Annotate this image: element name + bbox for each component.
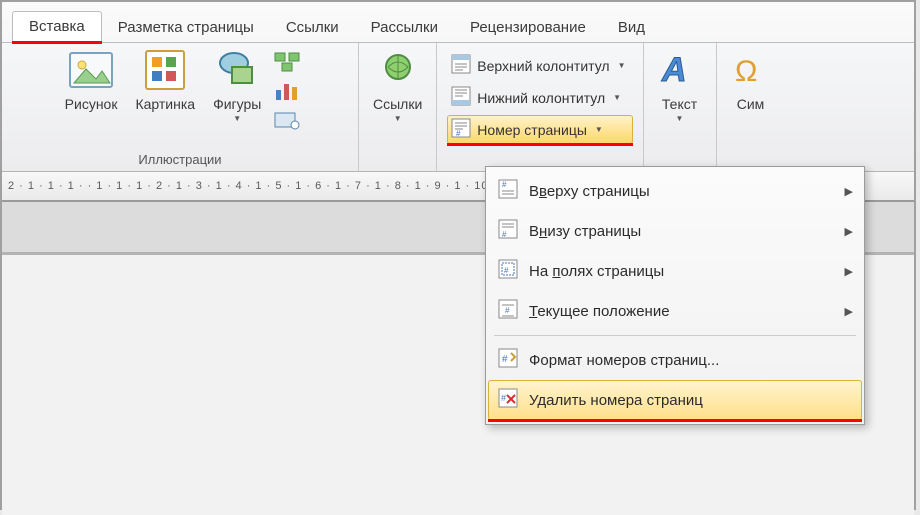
header-label: Верхний колонтитул (477, 58, 609, 74)
tab-view-label: Вид (618, 19, 645, 36)
page-margins-icon: # (497, 258, 519, 284)
omega-icon: Ω (731, 49, 771, 94)
wordart-button[interactable]: A Текст ▼ (652, 47, 708, 125)
footer-button[interactable]: Нижний колонтитул ▼ (447, 83, 632, 112)
svg-text:A: A (661, 51, 687, 89)
page-number-menu: # Вверху страницы ▶ # Внизу страницы ▶ #… (485, 166, 865, 425)
illustrations-small-stack (273, 47, 301, 134)
menu-format-page-numbers[interactable]: # Формат номеров страниц... (488, 340, 862, 380)
group-symbol: Ω Сим (717, 43, 785, 171)
text-label: Текст (662, 96, 697, 112)
tab-mailings-label: Рассылки (371, 19, 438, 36)
svg-text:#: # (502, 230, 507, 239)
menu-top-of-page-label: Вверху страницы (529, 183, 650, 200)
menu-remove-label: Удалить номера страниц (529, 392, 703, 409)
footer-icon (451, 86, 471, 109)
header-button[interactable]: Верхний колонтитул ▼ (447, 51, 632, 80)
shapes-button[interactable]: Фигуры ▼ (207, 47, 267, 125)
menu-page-margins-label: На полях страницы (529, 263, 664, 280)
submenu-arrow-icon: ▶ (845, 265, 853, 278)
group-illustrations: Рисунок Картинка Фигуры ▼ (2, 43, 359, 171)
format-numbers-icon: # (497, 347, 519, 373)
clipart-button[interactable]: Картинка (129, 47, 201, 114)
page-number-label: Номер страницы (477, 122, 587, 138)
picture-label: Рисунок (65, 96, 118, 112)
picture-button[interactable]: Рисунок (59, 47, 124, 114)
ribbon-tabs: Вставка Разметка страницы Ссылки Рассылк… (2, 2, 914, 43)
group-header-footer: Верхний колонтитул ▼ Нижний колонтитул ▼… (437, 43, 643, 171)
tab-references-label: Ссылки (286, 19, 339, 36)
menu-current-position[interactable]: # Текущее положение ▶ (488, 291, 862, 331)
hyperlink-icon (378, 49, 418, 94)
tab-review[interactable]: Рецензирование (454, 13, 602, 42)
chevron-down-icon: ▼ (613, 93, 621, 102)
menu-separator (494, 335, 856, 336)
tab-insert[interactable]: Вставка (12, 11, 102, 42)
tab-layout-label: Разметка страницы (118, 19, 254, 36)
links-button[interactable]: Ссылки ▼ (367, 47, 428, 125)
symbol-button[interactable]: Ω Сим (725, 47, 777, 114)
menu-format-label: Формат номеров страниц... (529, 352, 719, 369)
chart-icon[interactable] (273, 80, 301, 105)
page-number-icon: # (451, 118, 471, 141)
tab-references[interactable]: Ссылки (270, 13, 355, 42)
header-footer-group-label (441, 148, 638, 167)
menu-top-of-page[interactable]: # Вверху страницы ▶ (488, 171, 862, 211)
svg-text:Ω: Ω (735, 55, 757, 88)
group-links: Ссылки ▼ (359, 43, 437, 171)
links-label: Ссылки (373, 96, 422, 112)
svg-text:#: # (505, 306, 510, 315)
submenu-arrow-icon: ▶ (845, 305, 853, 318)
page-bottom-icon: # (497, 218, 519, 244)
shapes-label: Фигуры (213, 96, 261, 112)
svg-text:#: # (502, 354, 508, 365)
illustrations-group-label: Иллюстрации (10, 150, 350, 169)
links-group-label (367, 150, 428, 169)
tab-view[interactable]: Вид (602, 13, 661, 42)
svg-text:#: # (504, 266, 509, 275)
clipart-label: Картинка (135, 96, 195, 112)
svg-text:#: # (456, 129, 461, 138)
chevron-down-icon: ▼ (233, 114, 241, 123)
footer-label: Нижний колонтитул (477, 90, 605, 106)
word-window: Вставка Разметка страницы Ссылки Рассылк… (0, 0, 916, 510)
svg-text:#: # (501, 393, 506, 403)
wordart-icon: A (658, 49, 702, 94)
svg-text:#: # (502, 180, 507, 189)
chevron-down-icon: ▼ (676, 114, 684, 123)
header-icon (451, 54, 471, 77)
shapes-icon (214, 49, 260, 94)
tab-insert-label: Вставка (29, 18, 85, 35)
symbol-label: Сим (737, 96, 765, 112)
menu-current-position-label: Текущее положение (529, 303, 670, 320)
tab-review-label: Рецензирование (470, 19, 586, 36)
screenshot-icon[interactable] (273, 109, 301, 134)
clipart-icon (142, 49, 188, 94)
smartart-icon[interactable] (273, 51, 301, 76)
tab-layout[interactable]: Разметка страницы (102, 13, 270, 42)
chevron-down-icon: ▼ (618, 61, 626, 70)
current-position-icon: # (497, 298, 519, 324)
chevron-down-icon: ▼ (595, 125, 603, 134)
page-number-button[interactable]: # Номер страницы ▼ (447, 115, 632, 144)
tab-mailings[interactable]: Рассылки (355, 13, 454, 42)
submenu-arrow-icon: ▶ (845, 185, 853, 198)
remove-numbers-icon: # (497, 387, 519, 413)
page-top-icon: # (497, 178, 519, 204)
picture-icon (68, 49, 114, 94)
submenu-arrow-icon: ▶ (845, 225, 853, 238)
menu-remove-page-numbers[interactable]: # Удалить номера страниц (488, 380, 862, 420)
menu-bottom-of-page[interactable]: # Внизу страницы ▶ (488, 211, 862, 251)
chevron-down-icon: ▼ (394, 114, 402, 123)
group-text: A Текст ▼ (644, 43, 717, 171)
menu-bottom-of-page-label: Внизу страницы (529, 223, 641, 240)
ribbon: Рисунок Картинка Фигуры ▼ (2, 43, 914, 172)
menu-page-margins[interactable]: # На полях страницы ▶ (488, 251, 862, 291)
